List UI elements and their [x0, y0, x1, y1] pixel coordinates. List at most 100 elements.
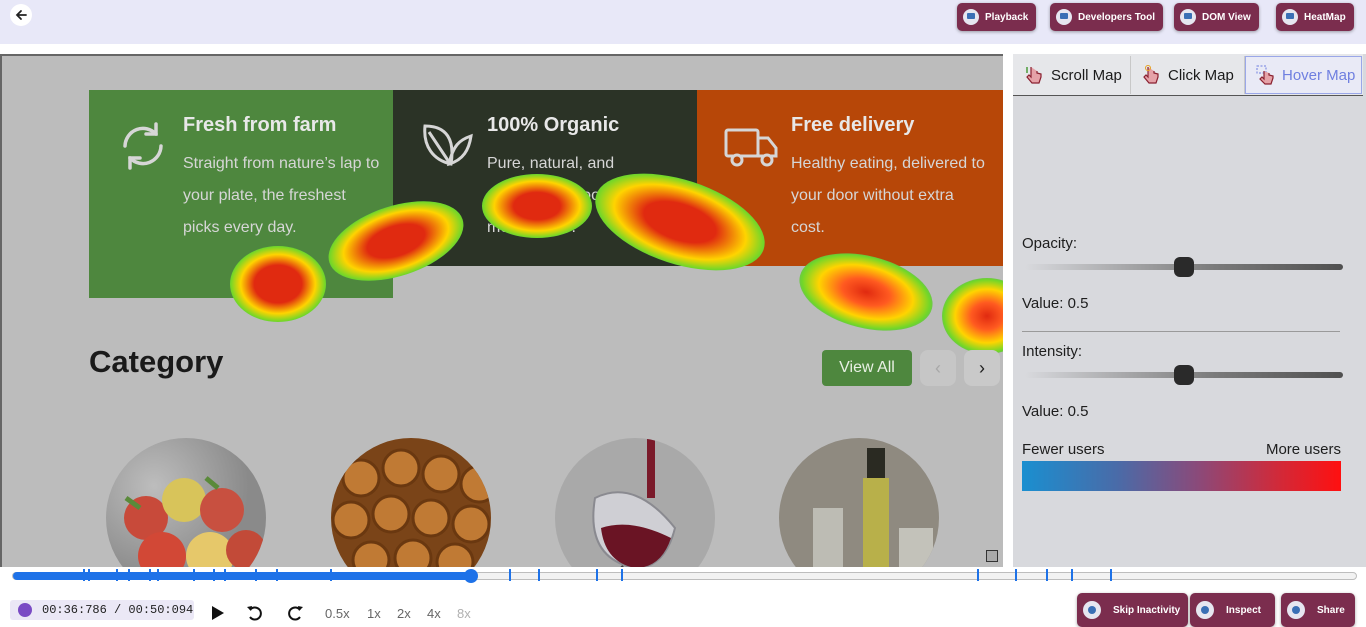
share-button[interactable]: Share — [1281, 593, 1355, 627]
event-marker[interactable] — [156, 569, 159, 581]
event-marker[interactable] — [148, 569, 151, 581]
rewind-icon — [247, 606, 262, 621]
event-marker[interactable] — [508, 569, 511, 581]
event-marker[interactable] — [276, 569, 279, 581]
event-marker[interactable] — [1014, 569, 1017, 581]
feature-title: 100% Organic — [487, 114, 620, 136]
event-marker[interactable] — [1045, 569, 1048, 581]
playback-button[interactable]: Playback — [957, 3, 1037, 31]
carousel-next-button[interactable]: › — [964, 350, 1000, 386]
page-viewport: Fresh from farm Straight from nature’s l… — [0, 54, 1003, 567]
event-marker[interactable] — [88, 569, 91, 581]
event-marker[interactable] — [329, 569, 332, 581]
tab-label: Scroll Map — [1051, 66, 1122, 84]
share-icon — [1287, 601, 1305, 619]
heat-legend-gradient — [1022, 461, 1341, 491]
event-marker[interactable] — [82, 569, 85, 581]
heat-legend-labels: Fewer users More users — [1022, 441, 1341, 458]
feature-card-organic: 100% Organic Pure, natural, and untouche… — [393, 90, 697, 266]
tab-label: Hover Map — [1282, 66, 1356, 84]
event-marker[interactable] — [538, 569, 541, 581]
event-marker[interactable] — [116, 569, 119, 581]
dom-view-button[interactable]: DOM View — [1174, 3, 1259, 31]
heat-spot — [942, 278, 1003, 354]
forward-icon — [288, 606, 303, 621]
developers-tool-button[interactable]: Developers Tool — [1050, 3, 1164, 31]
time-text: 00:36:786 / 00:50:094 — [42, 603, 194, 617]
feature-description: Pure, natural, and untouched—food as it’… — [487, 155, 654, 236]
carousel-prev-button[interactable]: ‹ — [920, 350, 956, 386]
clock-icon — [18, 603, 32, 617]
rewind-button[interactable] — [244, 602, 266, 624]
feature-title: Fresh from farm — [183, 114, 337, 136]
opacity-slider[interactable] — [1025, 257, 1343, 277]
event-marker[interactable] — [223, 569, 226, 581]
speed-1x[interactable]: 1x — [367, 606, 381, 621]
top-bar: Playback Developers Tool DOM View HeatMa… — [0, 0, 1366, 44]
event-marker[interactable] — [621, 569, 624, 581]
tab-label: Click Map — [1168, 66, 1234, 84]
heatmap-button[interactable]: HeatMap — [1276, 3, 1354, 31]
oil-bottles-image[interactable] — [779, 438, 939, 567]
event-marker[interactable] — [1110, 569, 1113, 581]
resize-handle[interactable] — [986, 550, 998, 562]
truck-icon — [724, 128, 778, 167]
feature-title: Free delivery — [791, 114, 915, 136]
feature-description: Healthy eating, delivered to your door w… — [791, 155, 985, 236]
chevron-right-icon: › — [979, 357, 985, 378]
view-all-button[interactable]: View All — [822, 350, 912, 386]
dom-view-icon — [1180, 9, 1196, 25]
feature-card-fresh: Fresh from farm Straight from nature’s l… — [89, 90, 393, 298]
intensity-slider[interactable] — [1025, 365, 1343, 385]
arrow-left-icon — [15, 10, 27, 20]
cinnamon-rolls-image[interactable] — [331, 438, 491, 567]
event-marker[interactable] — [977, 569, 980, 581]
legend-low-label: Fewer users — [1022, 441, 1105, 458]
feature-card-delivery: Free delivery Healthy eating, delivered … — [697, 90, 1003, 266]
intensity-value: Value: 0.5 — [1022, 403, 1089, 420]
divider — [1022, 331, 1340, 332]
opacity-label: Opacity: — [1022, 235, 1078, 252]
inspect-icon — [1196, 601, 1214, 619]
forward-button[interactable] — [284, 602, 306, 624]
event-marker[interactable] — [595, 569, 598, 581]
tab-hover-map[interactable]: Hover Map — [1245, 56, 1362, 94]
time-display: 00:36:786 / 00:50:094 — [10, 600, 194, 620]
timeline-thumb[interactable] — [463, 569, 478, 583]
speed-8x[interactable]: 8x — [457, 606, 471, 621]
click-pointer-icon — [1143, 65, 1159, 84]
event-marker[interactable] — [213, 569, 216, 581]
play-button[interactable] — [206, 602, 228, 624]
event-marker[interactable] — [128, 569, 131, 581]
heatmap-icon — [1282, 9, 1298, 25]
intensity-slider-knob[interactable] — [1174, 365, 1194, 385]
event-marker[interactable] — [254, 569, 257, 581]
developers-tool-icon — [1056, 9, 1072, 25]
wine-glass-image[interactable] — [555, 438, 715, 567]
tab-scroll-map[interactable]: Scroll Map — [1015, 56, 1131, 94]
back-button[interactable] — [10, 4, 32, 26]
opacity-value: Value: 0.5 — [1022, 295, 1089, 312]
play-icon — [212, 606, 224, 620]
opacity-slider-knob[interactable] — [1174, 257, 1194, 277]
chevron-left-icon: ‹ — [935, 357, 941, 378]
speed-4x[interactable]: 4x — [427, 606, 441, 621]
inspect-button[interactable]: Inspect — [1190, 593, 1276, 627]
skip-inactivity-button[interactable]: Skip Inactivity — [1077, 593, 1189, 627]
speed-0-5x[interactable]: 0.5x — [325, 606, 350, 621]
category-title: Category — [89, 344, 224, 379]
event-marker[interactable] — [192, 569, 195, 581]
feature-description: Straight from nature’s lap to your plate… — [183, 155, 380, 236]
speed-2x[interactable]: 2x — [397, 606, 411, 621]
hover-pointer-icon — [1256, 65, 1274, 85]
heatmap-panel: Scroll Map Click Map Hover Map Opacity: … — [1013, 54, 1366, 567]
playback-timeline[interactable] — [12, 569, 1357, 583]
tab-click-map[interactable]: Click Map — [1132, 56, 1245, 94]
leaf-icon — [423, 124, 473, 167]
timeline-progress — [13, 572, 471, 580]
refresh-icon — [123, 122, 163, 170]
apples-image[interactable] — [106, 438, 266, 567]
event-marker[interactable] — [1071, 569, 1074, 581]
intensity-label: Intensity: — [1022, 343, 1083, 360]
skip-icon — [1083, 601, 1101, 619]
